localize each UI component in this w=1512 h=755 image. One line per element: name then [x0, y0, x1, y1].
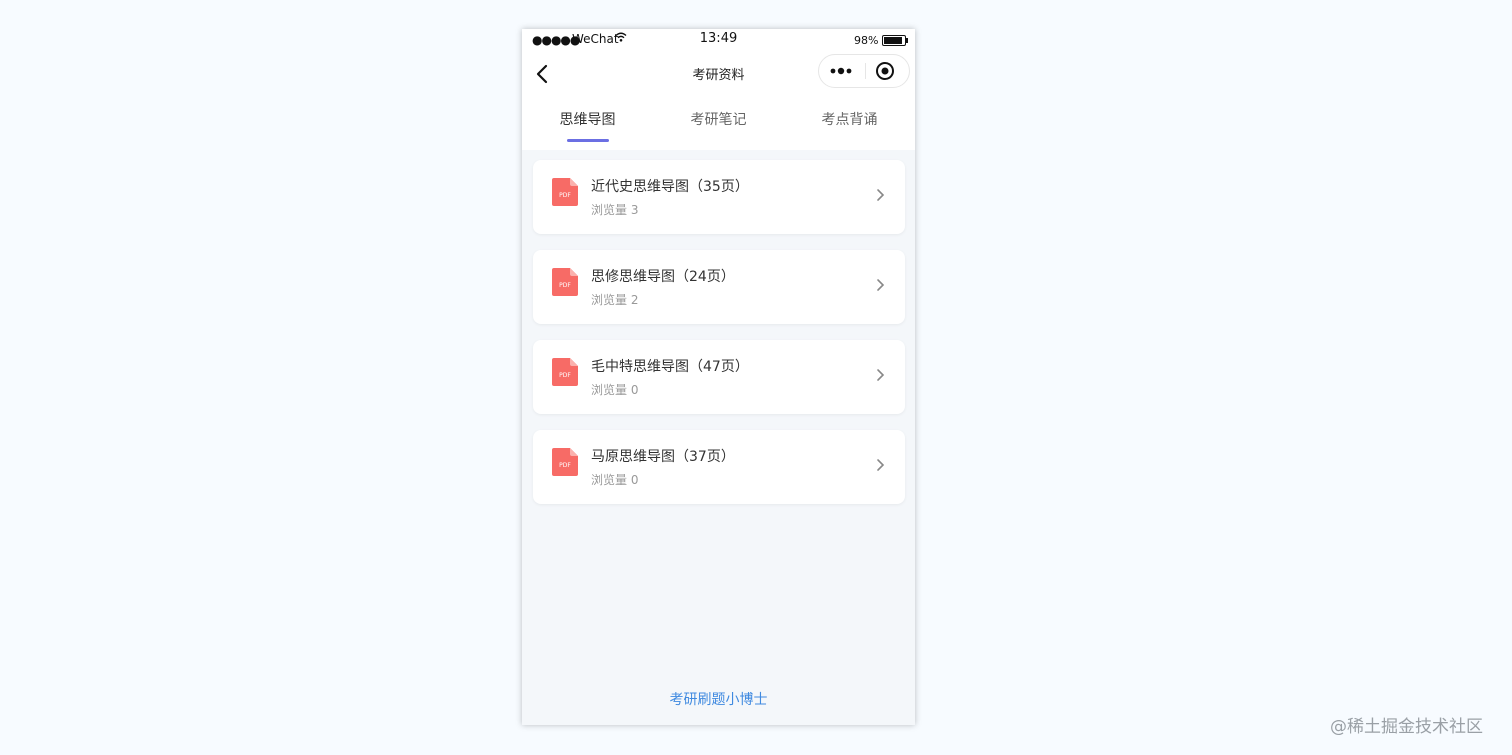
battery-percentage: 98% [854, 34, 879, 47]
view-count: 浏览量 0 [591, 383, 639, 397]
mini-program-capsule [818, 54, 910, 88]
view-count: 浏览量 0 [591, 473, 639, 487]
document-title: 马原思维导图（37页） [591, 449, 735, 465]
tab-key-points[interactable]: 考点背诵 [784, 109, 915, 150]
status-bar: ●●●●● WeChat 13:49 98% [522, 29, 915, 51]
pdf-file-icon: PDF [552, 268, 578, 296]
watermark: @稀土掘金技术社区 [1330, 717, 1483, 737]
capsule-divider [865, 63, 866, 79]
phone-screen: ●●●●● WeChat 13:49 98% 考研资料 思维导图 考研笔记 考点… [522, 29, 915, 725]
svg-text:PDF: PDF [559, 372, 571, 379]
document-card[interactable]: PDF 马原思维导图（37页） 浏览量 0 [533, 430, 905, 504]
document-card[interactable]: PDF 思修思维导图（24页） 浏览量 2 [533, 250, 905, 324]
document-card[interactable]: PDF 近代史思维导图（35页） 浏览量 3 [533, 160, 905, 234]
active-tab-indicator [567, 139, 609, 142]
document-title: 近代史思维导图（35页） [591, 179, 749, 195]
document-title: 毛中特思维导图（47页） [591, 359, 749, 375]
view-count: 浏览量 3 [591, 203, 639, 217]
pdf-file-icon: PDF [552, 178, 578, 206]
pdf-file-icon: PDF [552, 358, 578, 386]
svg-text:PDF: PDF [559, 192, 571, 199]
more-options-icon[interactable] [829, 63, 855, 79]
document-title: 思修思维导图（24页） [591, 269, 735, 285]
pdf-file-icon: PDF [552, 448, 578, 476]
chevron-right-icon [877, 459, 885, 471]
tab-bar: 思维导图 考研笔记 考点背诵 [522, 97, 915, 150]
tab-notes[interactable]: 考研笔记 [653, 109, 784, 150]
chevron-right-icon [877, 279, 885, 291]
tab-label: 思维导图 [559, 112, 616, 128]
tab-mind-map[interactable]: 思维导图 [522, 109, 653, 150]
chevron-right-icon [877, 369, 885, 381]
tab-label: 考研笔记 [690, 112, 747, 128]
svg-text:PDF: PDF [559, 282, 571, 289]
document-card[interactable]: PDF 毛中特思维导图（47页） 浏览量 0 [533, 340, 905, 414]
svg-text:PDF: PDF [559, 462, 571, 469]
footer-brand-link[interactable]: 考研刷题小博士 [522, 689, 915, 709]
tab-label: 考点背诵 [821, 112, 878, 128]
battery-icon [882, 35, 908, 46]
view-count: 浏览量 2 [591, 293, 639, 307]
close-mini-program-icon[interactable] [875, 61, 895, 81]
navigation-bar: 考研资料 [522, 51, 915, 97]
chevron-right-icon [877, 189, 885, 201]
